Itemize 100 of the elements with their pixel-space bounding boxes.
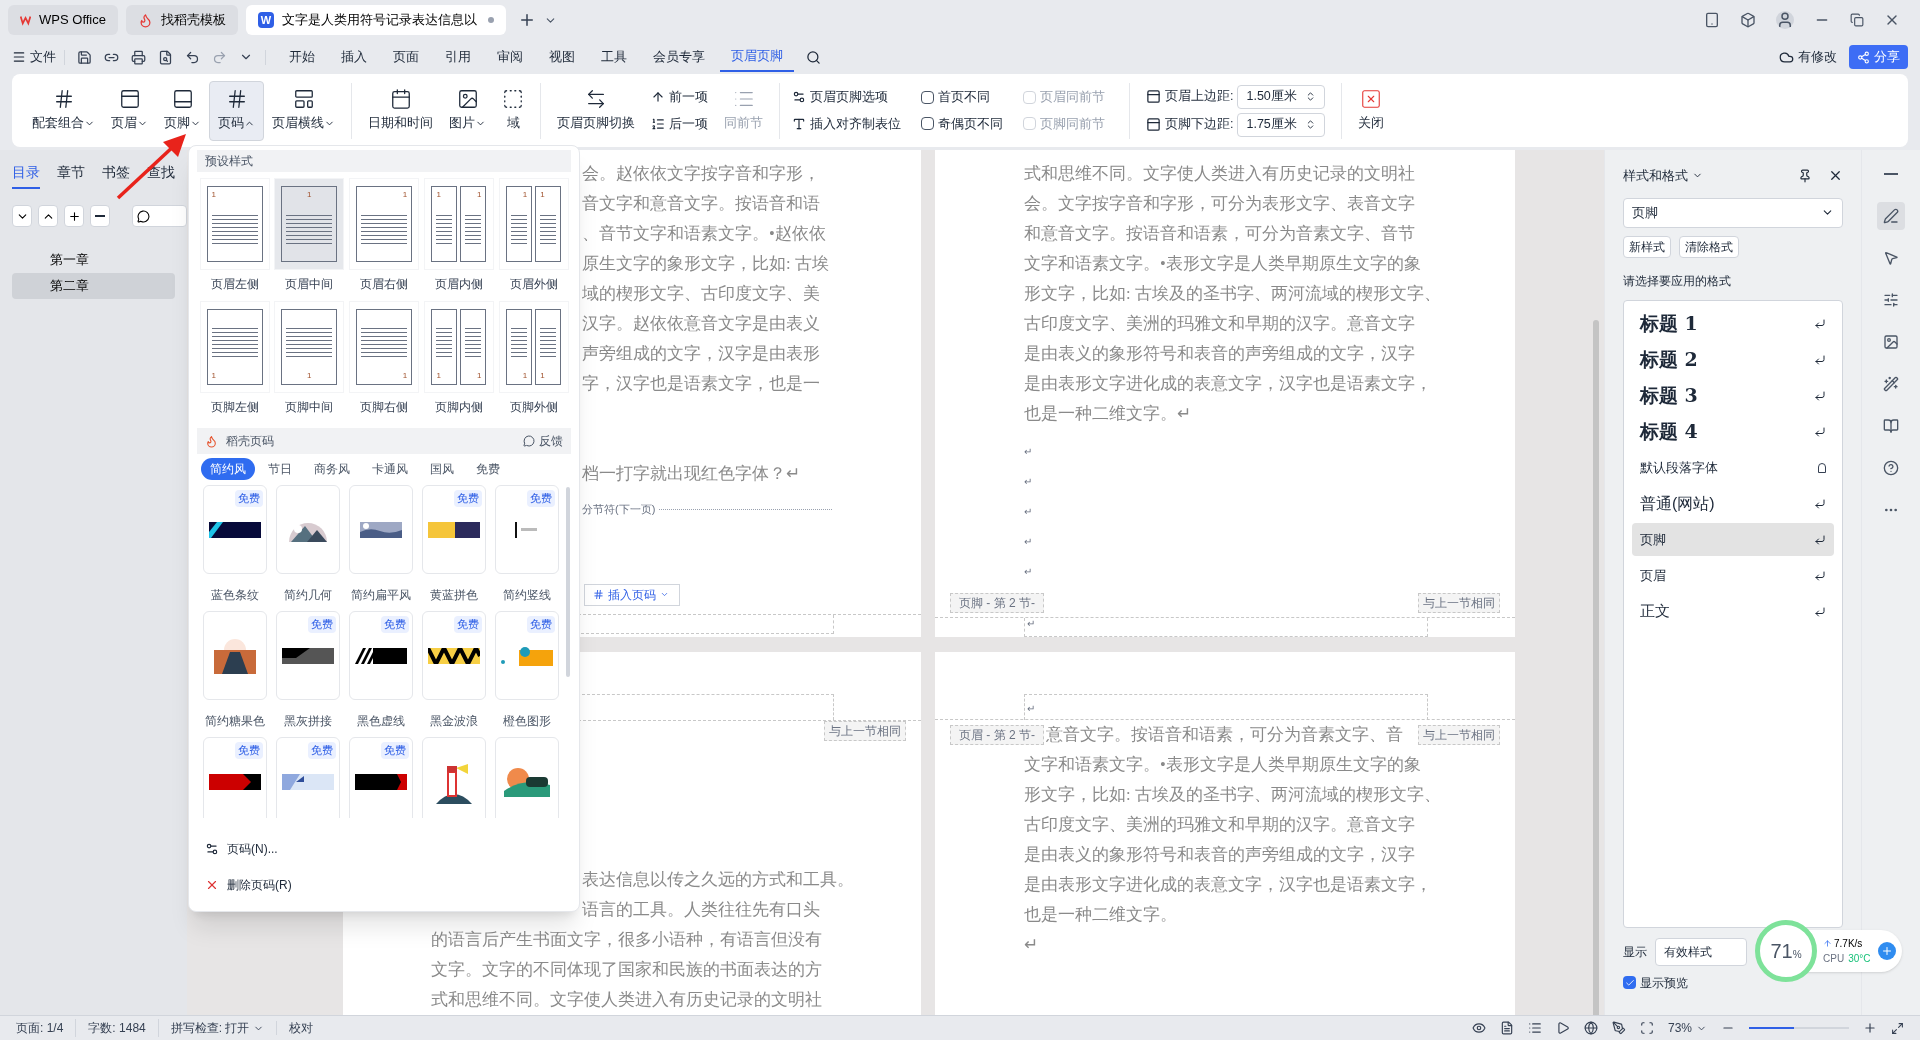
ribbon-button[interactable]: 页眉页脚切换: [549, 88, 643, 133]
preset-option[interactable]: 1: [274, 178, 345, 270]
new-style-button[interactable]: 新样式: [1623, 235, 1671, 258]
style-item[interactable]: 正文: [1632, 595, 1834, 628]
feedback-link[interactable]: 反馈: [539, 432, 563, 450]
ribbon-button[interactable]: 插入对齐制表位: [792, 114, 901, 134]
checkbox[interactable]: 首页不同: [921, 87, 1003, 107]
style-item[interactable]: 标题 1: [1632, 307, 1834, 340]
style-item[interactable]: 页眉: [1632, 559, 1834, 592]
remove-button[interactable]: [90, 205, 111, 227]
window-tab[interactable]: 找稻壳模板: [126, 5, 238, 35]
ribbon-button[interactable]: 域: [494, 80, 532, 141]
template-card[interactable]: 免费: [495, 611, 559, 700]
chat-icon[interactable]: [523, 435, 535, 447]
menu-tab[interactable]: 会员专享: [642, 43, 716, 71]
menu-tab[interactable]: 视图: [538, 43, 586, 71]
fit-icon[interactable]: [1639, 1021, 1654, 1035]
ribbon-button[interactable]: 配套组合: [24, 80, 103, 141]
window-tab[interactable]: W 文字是人类用符号记录表达信息以: [246, 5, 506, 35]
category-tab[interactable]: 国风: [421, 458, 463, 480]
device-icon[interactable]: [1704, 12, 1720, 28]
spin-field[interactable]: 1.75厘米: [1237, 112, 1326, 137]
panel-tab[interactable]: 章节: [57, 162, 85, 189]
panel-tab[interactable]: 书签: [102, 162, 130, 189]
menu-tab[interactable]: 页眉页脚: [720, 42, 794, 72]
outline-item[interactable]: 第二章: [12, 273, 175, 299]
panel-title[interactable]: 样式和格式: [1623, 166, 1688, 186]
save-icon[interactable]: [77, 49, 92, 65]
menu-tab[interactable]: 页面: [382, 43, 430, 71]
template-card[interactable]: 免费: [349, 611, 413, 700]
file-menu[interactable]: 文件: [26, 47, 64, 67]
category-tab[interactable]: 节日: [259, 458, 301, 480]
preset-option[interactable]: 1: [274, 301, 345, 393]
template-card[interactable]: [203, 611, 267, 700]
style-item[interactable]: 页脚: [1632, 523, 1834, 556]
menu-tab[interactable]: 审阅: [486, 43, 534, 71]
ribbon-button[interactable]: 页眉: [103, 80, 156, 141]
template-card[interactable]: [349, 485, 413, 574]
preset-option[interactable]: 1 1: [498, 301, 569, 393]
template-card[interactable]: 免费: [276, 611, 340, 700]
insert-page-number-button[interactable]: 插入页码: [584, 583, 680, 606]
style-item[interactable]: 普通(网站): [1632, 487, 1834, 520]
template-card[interactable]: 免费: [276, 737, 340, 818]
footer-area[interactable]: ↵: [1024, 618, 1428, 637]
panel-tab[interactable]: 查找: [147, 162, 175, 189]
cube-icon[interactable]: [1740, 12, 1756, 28]
preset-option[interactable]: 1: [199, 301, 270, 393]
template-card[interactable]: [422, 737, 486, 818]
ribbon-button[interactable]: 日期和时间: [360, 80, 441, 141]
menu-tab[interactable]: 引用: [434, 43, 482, 71]
preset-option[interactable]: 1: [349, 178, 420, 270]
outline-view-icon[interactable]: [1527, 1021, 1542, 1035]
preset-option[interactable]: 1 1: [423, 301, 494, 393]
add-button[interactable]: [64, 205, 85, 227]
category-tab[interactable]: 简约风: [201, 458, 255, 480]
avatar-icon[interactable]: [1776, 11, 1794, 29]
new-tab-icon[interactable]: [518, 11, 536, 29]
pen-button[interactable]: [1877, 202, 1905, 230]
template-card[interactable]: [495, 737, 559, 818]
style-item[interactable]: 标题 2: [1632, 343, 1834, 376]
clear-format-button[interactable]: 清除格式: [1679, 235, 1739, 258]
pen-icon[interactable]: [1611, 1021, 1626, 1035]
template-card[interactable]: 免费: [422, 485, 486, 574]
preset-option[interactable]: 1 1: [423, 178, 494, 270]
category-tab[interactable]: 免费: [467, 458, 509, 480]
preset-option[interactable]: 1: [199, 178, 270, 270]
menu-item[interactable]: 删除页码(R): [205, 876, 563, 894]
menu-item[interactable]: 页码(N)...: [205, 840, 563, 858]
ribbon-button[interactable]: 页眉页脚选项: [792, 87, 901, 107]
preview-icon[interactable]: [158, 49, 173, 65]
panel-tab[interactable]: 目录: [12, 162, 40, 189]
expand-button[interactable]: [38, 205, 59, 227]
template-card[interactable]: 免费: [349, 737, 413, 818]
ribbon-button[interactable]: 页码: [209, 80, 264, 141]
spell-check-menu[interactable]: 拼写检查: 打开: [158, 1019, 254, 1037]
eye-icon[interactable]: [1471, 1021, 1486, 1035]
preset-option[interactable]: 1: [349, 301, 420, 393]
sync-status[interactable]: 有修改: [1798, 47, 1837, 67]
template-card[interactable]: 免费: [422, 611, 486, 700]
style-item[interactable]: 标题 4: [1632, 415, 1834, 448]
zoom-in-icon[interactable]: [1863, 1021, 1877, 1035]
style-item[interactable]: 标题 3: [1632, 379, 1834, 412]
menu-tab[interactable]: 插入: [330, 43, 378, 71]
menu-tab[interactable]: 开始: [278, 43, 326, 71]
share-button[interactable]: 分享: [1849, 45, 1908, 69]
close-button[interactable]: 关闭: [1350, 88, 1393, 133]
ribbon-button[interactable]: 页眉横线: [264, 80, 343, 141]
menu-tab[interactable]: 工具: [590, 43, 638, 71]
style-item[interactable]: 默认段落字体: [1632, 451, 1834, 484]
smart-button[interactable]: [132, 205, 187, 227]
template-card[interactable]: 免费: [203, 737, 267, 818]
undo-icon[interactable]: [185, 49, 200, 65]
ribbon-button[interactable]: 页脚: [156, 80, 209, 141]
window-tab[interactable]: WPS Office: [8, 5, 118, 35]
ribbon-button[interactable]: 前一项: [651, 87, 708, 107]
page-view-icon[interactable]: [1499, 1021, 1514, 1035]
play-icon[interactable]: [1555, 1021, 1570, 1035]
outline-item[interactable]: 第一章: [12, 247, 175, 273]
template-card[interactable]: [276, 485, 340, 574]
fullscreen-icon[interactable]: [1891, 1021, 1904, 1035]
